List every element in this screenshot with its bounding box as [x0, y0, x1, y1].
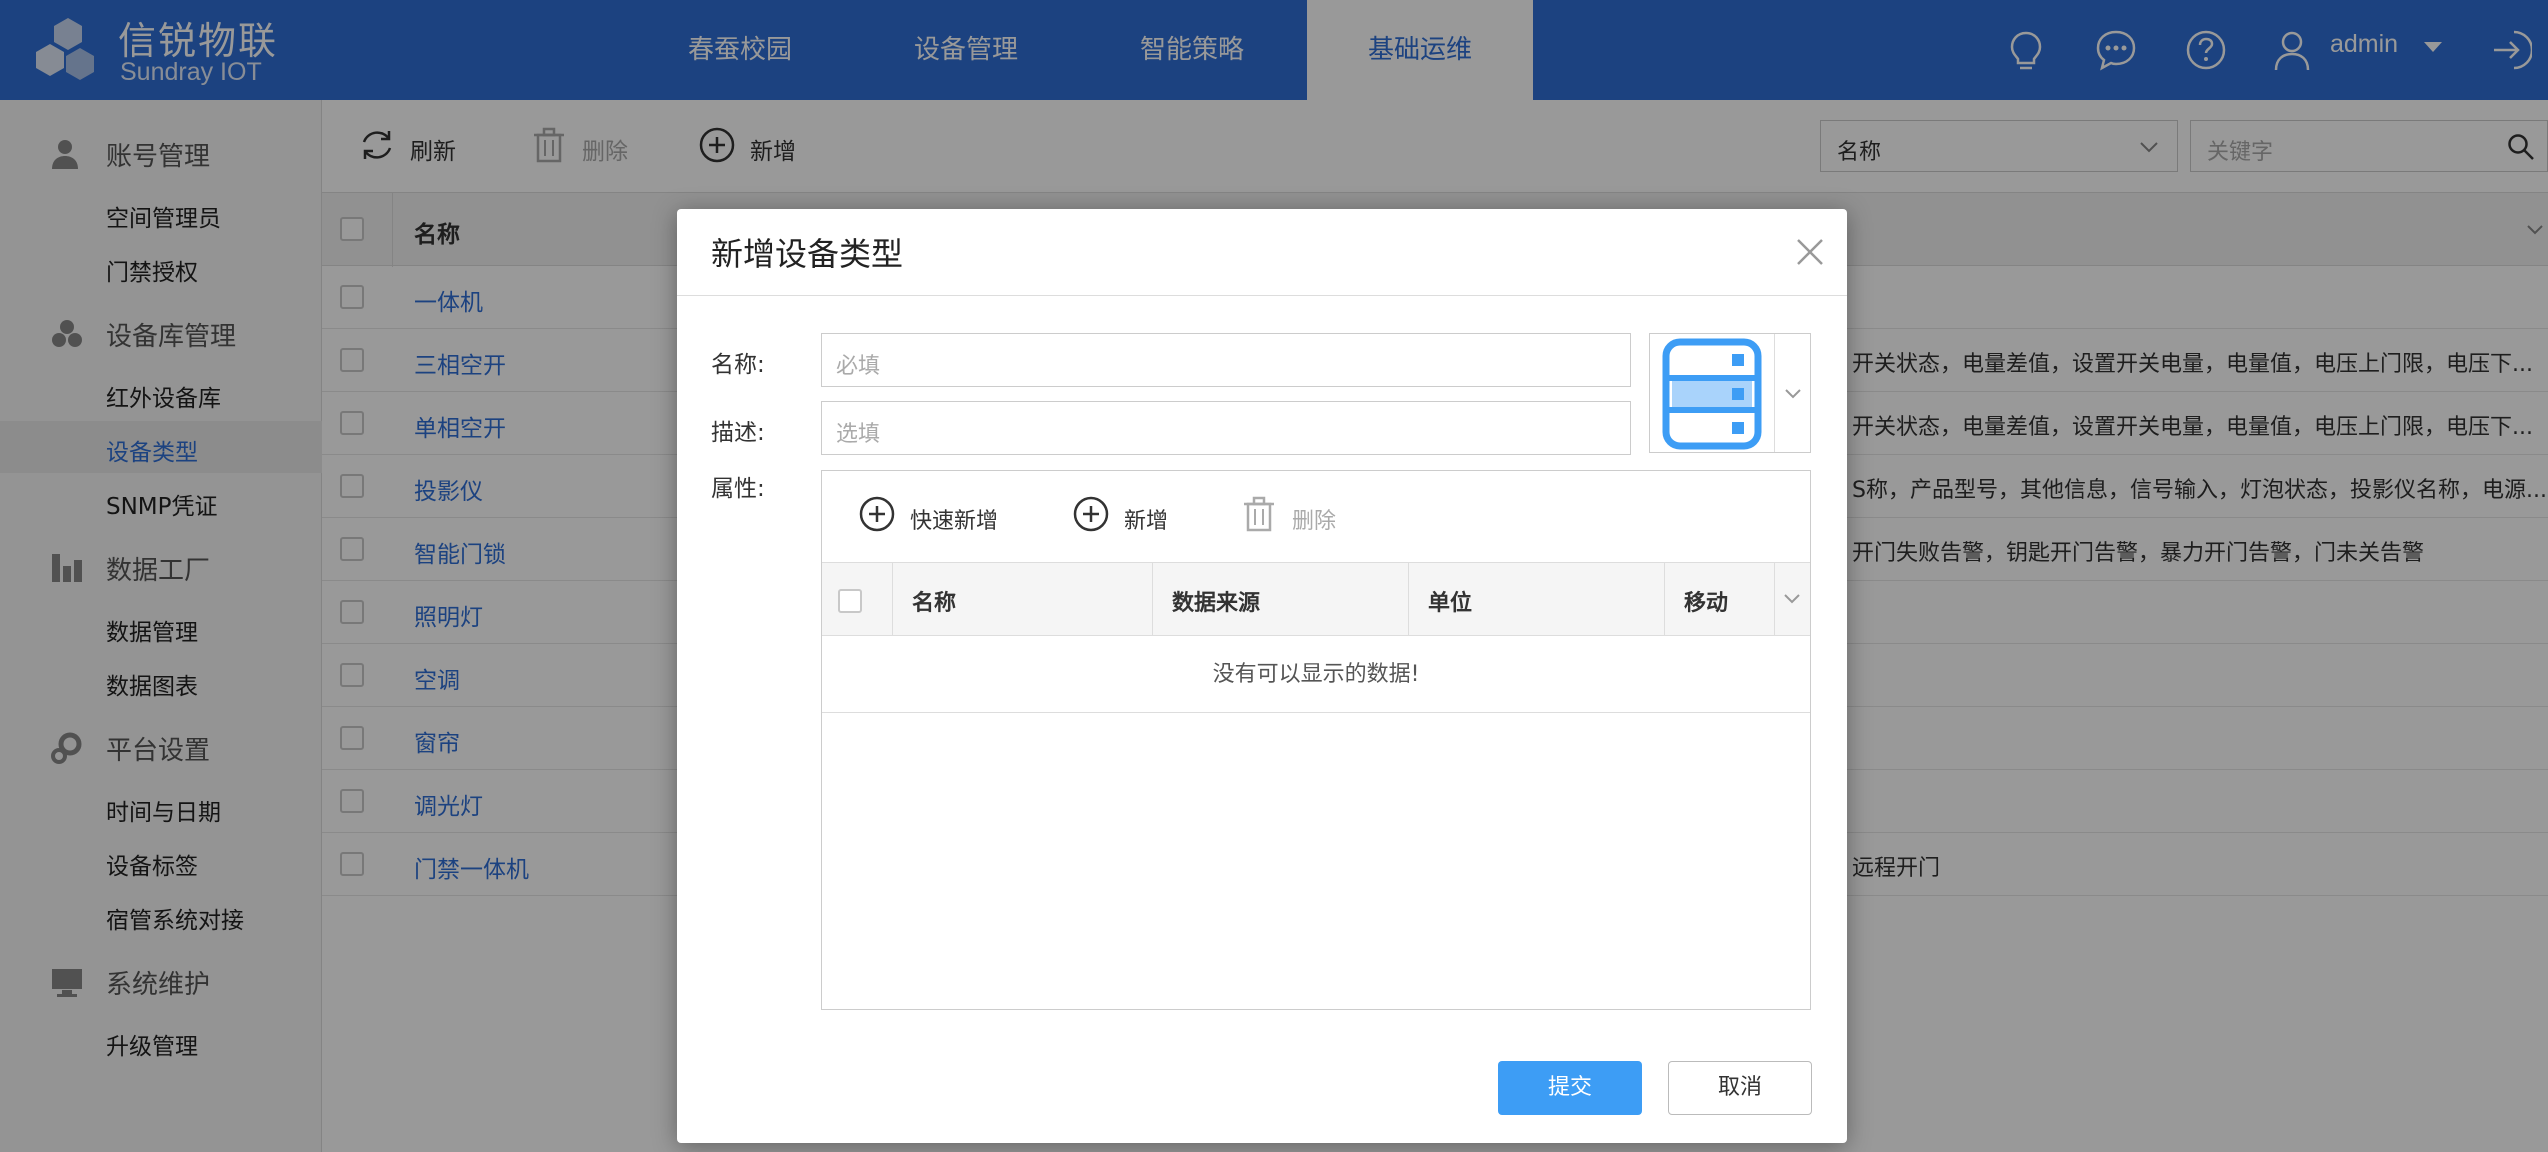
column-divider: [1152, 563, 1153, 635]
cancel-button[interactable]: 取消: [1668, 1061, 1812, 1115]
server-icon: [1662, 338, 1762, 450]
quick-add-button[interactable]: 快速新增: [858, 495, 1008, 535]
description-field[interactable]: 选填: [821, 401, 1631, 455]
dialog-divider: [677, 295, 1847, 296]
empty-state-text: 没有可以显示的数据!: [822, 637, 1810, 713]
attr-select-all-checkbox[interactable]: [838, 589, 862, 613]
attr-delete-button[interactable]: 删除: [1240, 495, 1350, 535]
column-divider: [892, 563, 893, 635]
name-field-label: 名称:: [711, 352, 765, 378]
quick-add-label: 快速新增: [910, 509, 999, 534]
column-divider: [1408, 563, 1409, 635]
attr-column-unit[interactable]: 单位: [1428, 585, 1472, 617]
name-placeholder: 必填: [836, 354, 881, 379]
picker-divider: [1774, 334, 1775, 452]
name-field[interactable]: 必填: [821, 333, 1631, 387]
attr-column-move[interactable]: 移动: [1684, 585, 1728, 617]
plus-circle-icon: [1073, 496, 1109, 532]
attr-column-source[interactable]: 数据来源: [1172, 585, 1260, 617]
column-divider: [1664, 563, 1665, 635]
attributes-table-header: 名称 数据来源 单位 移动: [822, 562, 1810, 636]
attributes-panel: 快速新增 新增 删除 名称 数据来源 单位 移动 没有可以显示的数据!: [821, 470, 1811, 1010]
attr-add-button[interactable]: 新增: [1072, 495, 1182, 535]
trash-icon: [1244, 496, 1274, 532]
column-divider: [1774, 563, 1775, 635]
device-icon-picker[interactable]: [1649, 333, 1811, 453]
description-field-label: 描述:: [711, 420, 765, 446]
attributes-label: 属性:: [711, 476, 765, 502]
chevron-down-icon[interactable]: [1784, 388, 1802, 400]
dialog-title: 新增设备类型: [711, 235, 904, 273]
description-placeholder: 选填: [836, 422, 881, 447]
attr-column-name[interactable]: 名称: [912, 585, 956, 617]
close-icon[interactable]: [1795, 237, 1825, 267]
attr-delete-label: 删除: [1292, 509, 1337, 534]
plus-circle-icon: [859, 496, 895, 532]
add-device-type-dialog: 新增设备类型 名称: 必填 描述: 选填 属性: 快速新增 新增 删除 名称 数…: [677, 209, 1847, 1143]
submit-button[interactable]: 提交: [1498, 1061, 1642, 1115]
attr-add-label: 新增: [1124, 509, 1169, 534]
column-menu-chevron-icon[interactable]: [1783, 593, 1801, 605]
